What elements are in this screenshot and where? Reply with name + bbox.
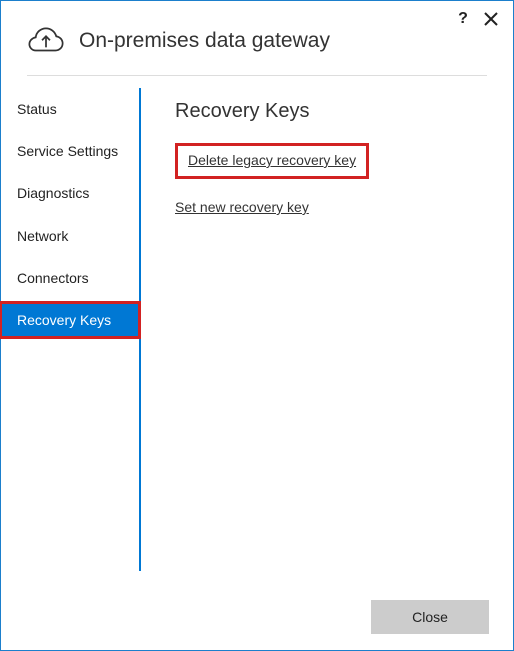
- cloud-upload-icon: [27, 25, 65, 57]
- help-icon[interactable]: ?: [453, 9, 473, 29]
- app-title: On-premises data gateway: [79, 29, 330, 53]
- sidebar-item-recovery-keys[interactable]: Recovery Keys: [1, 303, 139, 337]
- sidebar: Status Service Settings Diagnostics Netw…: [1, 88, 141, 571]
- set-new-recovery-key-link[interactable]: Set new recovery key: [175, 199, 309, 215]
- content-heading: Recovery Keys: [175, 100, 485, 123]
- delete-legacy-recovery-key-link[interactable]: Delete legacy recovery key: [188, 152, 356, 168]
- sidebar-item-status[interactable]: Status: [1, 92, 139, 126]
- content-panel: Recovery Keys Delete legacy recovery key…: [141, 88, 513, 571]
- sidebar-item-diagnostics[interactable]: Diagnostics: [1, 176, 139, 210]
- sidebar-item-network[interactable]: Network: [1, 219, 139, 253]
- sidebar-item-connectors[interactable]: Connectors: [1, 261, 139, 295]
- close-button[interactable]: Close: [371, 600, 489, 634]
- sidebar-item-service-settings[interactable]: Service Settings: [1, 134, 139, 168]
- header: On-premises data gateway ?: [1, 1, 513, 75]
- window-close-icon[interactable]: [481, 9, 501, 29]
- footer: Close: [371, 600, 489, 634]
- delete-legacy-highlight: Delete legacy recovery key: [175, 143, 369, 179]
